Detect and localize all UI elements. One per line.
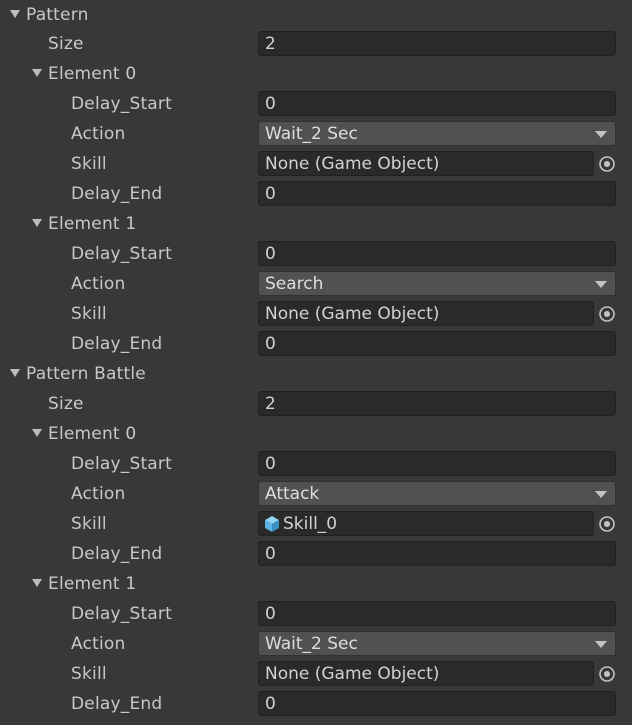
foldout-pattern[interactable]: Pattern [0, 0, 632, 30]
action-dropdown[interactable]: Search [258, 271, 616, 296]
delay-start-field[interactable]: 0 [258, 451, 616, 476]
size-field[interactable]: 2 [258, 391, 616, 416]
delay-start-label: Delay_Start [71, 94, 172, 114]
dropdown-arrow-icon [595, 641, 607, 648]
action-dropdown[interactable]: Wait_2 Sec [258, 631, 616, 656]
size-row: Size 2 [0, 29, 632, 59]
foldout-label: Pattern Battle [26, 364, 146, 384]
action-row: Action Wait_2 Sec [0, 119, 632, 149]
element-label: Element 1 [48, 214, 137, 234]
delay-end-row: Delay_End 0 [0, 689, 632, 719]
foldout-triangle-icon[interactable] [10, 369, 20, 377]
foldout-element-1[interactable]: Element 1 [0, 569, 632, 599]
action-label: Action [71, 124, 126, 144]
delay-start-label: Delay_Start [71, 454, 172, 474]
skill-label: Skill [71, 514, 107, 534]
delay-end-label: Delay_End [71, 334, 163, 354]
foldout-triangle-icon[interactable] [10, 10, 20, 18]
delay-start-row: Delay_Start 0 [0, 599, 632, 629]
prefab-cube-icon [265, 516, 279, 532]
delay-start-field[interactable]: 0 [258, 241, 616, 266]
skill-object-field[interactable]: Skill_0 [258, 511, 594, 536]
skill-row: Skill Skill_0 [0, 509, 632, 539]
delay-start-row: Delay_Start 0 [0, 449, 632, 479]
delay-end-field[interactable]: 0 [258, 691, 616, 716]
action-label: Action [71, 484, 126, 504]
dropdown-arrow-icon [595, 491, 607, 498]
delay-start-row: Delay_Start 0 [0, 89, 632, 119]
foldout-triangle-icon[interactable] [32, 579, 42, 587]
skill-object-field[interactable]: None (Game Object) [258, 301, 594, 326]
object-picker-icon[interactable] [598, 155, 616, 173]
foldout-element-0[interactable]: Element 0 [0, 419, 632, 449]
skill-label: Skill [71, 664, 107, 684]
foldout-triangle-icon[interactable] [32, 429, 42, 437]
delay-end-label: Delay_End [71, 184, 163, 204]
skill-row: Skill None (Game Object) [0, 149, 632, 179]
element-label: Element 1 [48, 574, 137, 594]
skill-row: Skill None (Game Object) [0, 659, 632, 689]
delay-end-row: Delay_End 0 [0, 539, 632, 569]
action-row: Action Search [0, 269, 632, 299]
dropdown-arrow-icon [595, 131, 607, 138]
foldout-element-0[interactable]: Element 0 [0, 59, 632, 89]
action-dropdown[interactable]: Wait_2 Sec [258, 121, 616, 146]
action-label: Action [71, 274, 126, 294]
element-label: Element 0 [48, 424, 137, 444]
delay-end-row: Delay_End 0 [0, 329, 632, 359]
action-row: Action Wait_2 Sec [0, 629, 632, 659]
object-picker-icon[interactable] [598, 305, 616, 323]
delay-start-label: Delay_Start [71, 244, 172, 264]
foldout-element-1[interactable]: Element 1 [0, 209, 632, 239]
skill-object-field[interactable]: None (Game Object) [258, 151, 594, 176]
size-label: Size [48, 394, 84, 414]
skill-label: Skill [71, 154, 107, 174]
action-dropdown[interactable]: Attack [258, 481, 616, 506]
delay-start-field[interactable]: 0 [258, 601, 616, 626]
foldout-pattern-battle[interactable]: Pattern Battle [0, 359, 632, 389]
delay-end-label: Delay_End [71, 544, 163, 564]
delay-end-field[interactable]: 0 [258, 181, 616, 206]
delay-start-label: Delay_Start [71, 604, 172, 624]
delay-start-field[interactable]: 0 [258, 91, 616, 116]
object-picker-icon[interactable] [598, 515, 616, 533]
skill-object-field[interactable]: None (Game Object) [258, 661, 594, 686]
skill-label: Skill [71, 304, 107, 324]
foldout-label: Pattern [26, 5, 89, 25]
delay-start-row: Delay_Start 0 [0, 239, 632, 269]
delay-end-row: Delay_End 0 [0, 179, 632, 209]
inspector-panel: Pattern Size 2 Element 0 Delay_Start 0 A… [0, 0, 632, 725]
delay-end-field[interactable]: 0 [258, 541, 616, 566]
object-picker-icon[interactable] [598, 665, 616, 683]
delay-end-field[interactable]: 0 [258, 331, 616, 356]
element-label: Element 0 [48, 64, 137, 84]
size-row: Size 2 [0, 389, 632, 419]
size-label: Size [48, 34, 84, 54]
foldout-triangle-icon[interactable] [32, 219, 42, 227]
delay-end-label: Delay_End [71, 694, 163, 714]
action-label: Action [71, 634, 126, 654]
action-row: Action Attack [0, 479, 632, 509]
skill-row: Skill None (Game Object) [0, 299, 632, 329]
dropdown-arrow-icon [595, 281, 607, 288]
foldout-triangle-icon[interactable] [32, 69, 42, 77]
size-field[interactable]: 2 [258, 31, 616, 56]
